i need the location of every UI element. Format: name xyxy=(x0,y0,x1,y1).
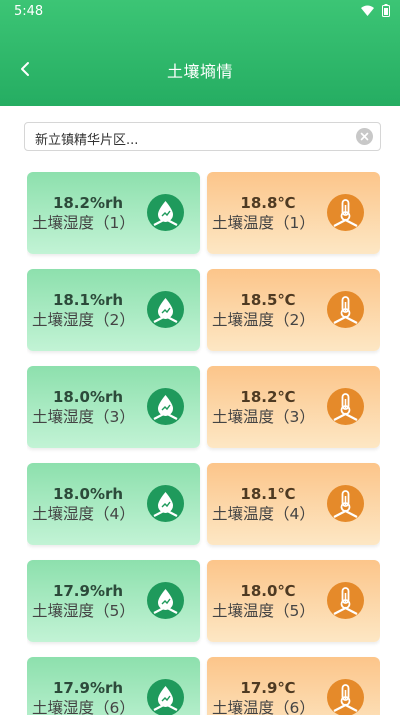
soil-humidity-card[interactable]: 18.0%rh 土壤湿度（3） xyxy=(27,366,200,448)
thermometer-icon xyxy=(327,194,364,231)
humidity-value: 17.9%rh xyxy=(52,679,124,697)
water-drop-icon xyxy=(147,582,184,619)
status-time: 5:48 xyxy=(14,4,44,19)
water-drop-icon xyxy=(147,194,184,231)
soil-temperature-card[interactable]: 17.9℃ 土壤温度（6） xyxy=(207,657,380,715)
humidity-value: 18.0%rh xyxy=(52,388,124,406)
app-header: 5:48 土壤墒情 xyxy=(0,0,400,106)
sensor-card-grid: 18.2%rh 土壤湿度（1） 18.8℃ 土壤温度（1） 18.1%rh 土壤… xyxy=(27,172,380,715)
water-drop-icon xyxy=(147,485,184,522)
temperature-value: 18.8℃ xyxy=(240,194,296,212)
humidity-value: 17.9%rh xyxy=(52,582,124,600)
temperature-label: 土壤温度（2） xyxy=(212,311,315,329)
water-drop-icon xyxy=(147,679,184,715)
clear-button[interactable] xyxy=(356,128,373,145)
thermometer-icon xyxy=(327,388,364,425)
water-drop-icon xyxy=(147,388,184,425)
soil-temperature-card[interactable]: 18.8℃ 土壤温度（1） xyxy=(207,172,380,254)
search-value: 新立镇精华片区... xyxy=(35,133,139,148)
humidity-label: 土壤湿度（5） xyxy=(32,602,135,620)
wifi-icon xyxy=(361,5,374,16)
status-icons xyxy=(361,4,390,17)
temperature-label: 土壤温度（6） xyxy=(212,699,315,715)
humidity-value: 18.1%rh xyxy=(52,291,124,309)
humidity-label: 土壤湿度（4） xyxy=(32,505,135,523)
battery-icon xyxy=(382,4,390,17)
humidity-label: 土壤湿度（3） xyxy=(32,408,135,426)
soil-humidity-card[interactable]: 17.9%rh 土壤湿度（5） xyxy=(27,560,200,642)
thermometer-icon xyxy=(327,485,364,522)
thermometer-icon xyxy=(327,582,364,619)
temperature-value: 18.2℃ xyxy=(240,388,296,406)
soil-humidity-card[interactable]: 18.2%rh 土壤湿度（1） xyxy=(27,172,200,254)
water-drop-icon xyxy=(147,291,184,328)
humidity-label: 土壤湿度（1） xyxy=(32,214,135,232)
humidity-value: 18.0%rh xyxy=(52,485,124,503)
location-search-input[interactable]: 新立镇精华片区... xyxy=(24,122,381,151)
humidity-label: 土壤湿度（2） xyxy=(32,311,135,329)
close-icon xyxy=(360,132,369,141)
soil-humidity-card[interactable]: 18.1%rh 土壤湿度（2） xyxy=(27,269,200,351)
temperature-label: 土壤温度（5） xyxy=(212,602,315,620)
temperature-label: 土壤温度（1） xyxy=(212,214,315,232)
temperature-value: 17.9℃ xyxy=(240,679,296,697)
soil-humidity-card[interactable]: 18.0%rh 土壤湿度（4） xyxy=(27,463,200,545)
soil-temperature-card[interactable]: 18.2℃ 土壤温度（3） xyxy=(207,366,380,448)
temperature-value: 18.0℃ xyxy=(240,582,296,600)
temperature-value: 18.5℃ xyxy=(240,291,296,309)
status-bar: 5:48 xyxy=(0,0,400,24)
humidity-label: 土壤湿度（6） xyxy=(32,699,135,715)
page-title: 土壤墒情 xyxy=(166,62,233,81)
humidity-value: 18.2%rh xyxy=(52,194,124,212)
thermometer-icon xyxy=(327,291,364,328)
soil-temperature-card[interactable]: 18.0℃ 土壤温度（5） xyxy=(207,560,380,642)
temperature-value: 18.1℃ xyxy=(240,485,296,503)
temperature-label: 土壤温度（3） xyxy=(212,408,315,426)
temperature-label: 土壤温度（4） xyxy=(212,505,315,523)
soil-temperature-card[interactable]: 18.5℃ 土壤温度（2） xyxy=(207,269,380,351)
soil-temperature-card[interactable]: 18.1℃ 土壤温度（4） xyxy=(207,463,380,545)
soil-humidity-card[interactable]: 17.9%rh 土壤湿度（6） xyxy=(27,657,200,715)
thermometer-icon xyxy=(327,679,364,715)
